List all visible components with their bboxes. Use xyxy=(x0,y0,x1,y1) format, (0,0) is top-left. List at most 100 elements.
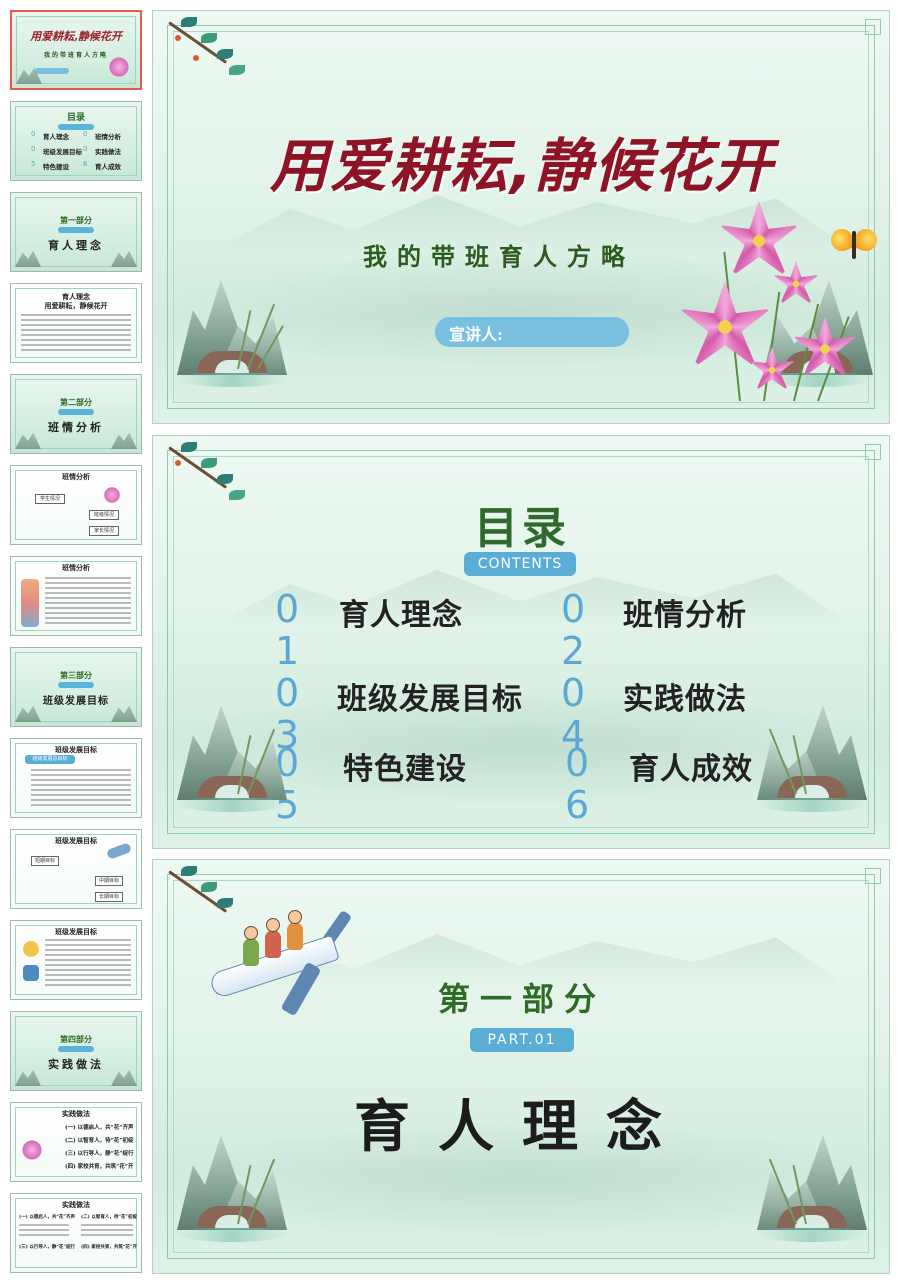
slide-thumbnail-4[interactable]: 育人理念 用爱耕耘，静候花开 xyxy=(10,283,142,363)
thumb-title: 实践做法 xyxy=(62,1109,90,1118)
thumb-list-item: (二) 以智育人，待“花”初绽 xyxy=(81,1215,138,1220)
flower-icon xyxy=(21,1139,43,1161)
slide-thumbnail-1[interactable]: 用爱耕耘,静候花开 我的带班育人方略 xyxy=(10,10,142,90)
thumb-part: 第一部分 xyxy=(60,215,92,225)
thumb-title: 班级发展目标 xyxy=(55,927,97,936)
thumb-body-text xyxy=(31,769,131,809)
flower-icon xyxy=(108,56,130,78)
berry xyxy=(175,460,181,466)
petals xyxy=(773,261,819,305)
thumb-part-pill xyxy=(58,682,94,688)
thumb-part: 第三部分 xyxy=(60,670,92,680)
thumb-section-name: 班情分析 xyxy=(48,421,104,434)
slide-thumbnail-2[interactable]: 目录 0 育人理念 0 班情分析 0 班级发展目标 0 实践做法 5 特色建设 … xyxy=(10,101,142,181)
kid-head xyxy=(288,910,302,924)
thumb-diagram-box: 班级情况 xyxy=(89,510,119,520)
toc-item-label[interactable]: 实践做法 xyxy=(623,674,747,718)
slide-thumbnail-10[interactable]: 班级发展目标 短期目标 中期目标 长期目标 xyxy=(10,829,142,909)
toc-item-label[interactable]: 育人理念 xyxy=(339,590,463,634)
slide-thumbnail-6[interactable]: 班情分析 学生情况 班级情况 家长情况 xyxy=(10,465,142,545)
slide-3-section[interactable]: 第一部分 PART.01 育人理念 xyxy=(152,859,890,1274)
thumb-subtitle: 用爱耕耘，静候花开 xyxy=(44,301,108,310)
petals xyxy=(793,317,857,378)
toc-number: 0 1 xyxy=(275,587,300,673)
slide-thumbnail-3[interactable]: 第一部分 育人理念 xyxy=(10,192,142,272)
slide-thumbnail-13[interactable]: 实践做法 (一) 以德启人，共“花”齐声 (二) 以智育人，待“花”初绽 (三)… xyxy=(10,1102,142,1182)
branch-icon xyxy=(159,11,259,91)
toc-item-label[interactable]: 班情分析 xyxy=(623,590,747,634)
water xyxy=(177,1226,287,1242)
contents-title: 目录 xyxy=(474,503,570,554)
thumb-title: 班情分析 xyxy=(62,472,90,481)
presenter-field[interactable]: 宣讲人: xyxy=(435,317,629,347)
thumb-list-item: (一) 以德启人，共“花”齐声 xyxy=(19,1215,76,1220)
clock-icon xyxy=(23,941,39,957)
thumb-list-item: (四) 家校共育，共筑“花”开 xyxy=(81,1245,138,1250)
wing xyxy=(851,225,881,255)
flower-icon xyxy=(773,261,819,307)
thumb-toc-num: 6 xyxy=(83,160,88,168)
flower-icon xyxy=(103,486,121,504)
leaf xyxy=(201,458,217,468)
thumb-section-name: 实践做法 xyxy=(48,1058,104,1071)
toc-number: 0 2 xyxy=(561,587,586,673)
thumb-title: 用爱耕耘,静候花开 xyxy=(30,30,122,43)
toc-item-label[interactable]: 特色建设 xyxy=(343,744,467,788)
leaf xyxy=(181,442,197,452)
thumb-body-text xyxy=(19,1224,69,1239)
thumb-section-name: 班级发展目标 xyxy=(43,696,109,707)
thumb-toc-item: 特色建设 xyxy=(43,163,69,171)
frame-corner xyxy=(865,19,881,35)
thumb-list-item: (二) 以智育人，待“花”初绽 xyxy=(65,1138,134,1144)
slide-thumbnail-5[interactable]: 第二部分 班情分析 xyxy=(10,374,142,454)
leaf xyxy=(201,882,217,892)
mountain-bridge-illustration xyxy=(177,700,287,820)
bridge xyxy=(777,776,847,798)
thumb-toc-num: 0 xyxy=(31,130,36,138)
thumb-list-item: (四) 家校共育，共筑“花”开 xyxy=(65,1164,134,1170)
thumb-badge: 班级发展总目标 xyxy=(25,755,75,764)
thumb-toc-num: 5 xyxy=(31,160,36,168)
leaf xyxy=(181,866,197,876)
thumb-toc-num: 0 xyxy=(83,145,88,153)
slide-thumbnail-8[interactable]: 第三部分 班级发展目标 xyxy=(10,647,142,727)
thumb-body-text xyxy=(45,939,131,989)
berry xyxy=(175,35,181,41)
bridge xyxy=(197,776,267,798)
section-part-label: PART.01 xyxy=(470,1028,574,1052)
mountain-bridge-illustration xyxy=(177,1130,287,1250)
thumb-list-item: (一) 以德启人，共“花”齐声 xyxy=(65,1125,134,1131)
toc-item-label[interactable]: 育人成效 xyxy=(629,744,753,788)
presentation-subtitle: 我的带班育人方略 xyxy=(363,242,635,271)
leaf xyxy=(217,474,233,484)
kid xyxy=(265,930,281,958)
slide-thumbnail-11[interactable]: 班级发展目标 xyxy=(10,920,142,1000)
thumb-part: 第二部分 xyxy=(60,397,92,407)
contents-label: CONTENTS xyxy=(464,552,576,576)
slide-2-contents[interactable]: 目录 CONTENTS 0 1 育人理念 0 2 班情分析 0 3 班级发展目标… xyxy=(152,435,890,849)
thumb-toc-item: 实践做法 xyxy=(95,148,121,156)
slide-thumbnail-7[interactable]: 班情分析 xyxy=(10,556,142,636)
presentation-title: 用爱耕耘,静候花开 xyxy=(269,132,775,200)
slide-thumbnail-9[interactable]: 班级发展目标 班级发展总目标 xyxy=(10,738,142,818)
thumb-title: 目录 xyxy=(66,113,85,123)
thumb-title: 班级发展目标 xyxy=(55,745,97,754)
slide-1-title[interactable]: 用爱耕耘,静候花开 我的带班育人方略 宣讲人: xyxy=(152,10,890,424)
thumb-part-pill xyxy=(58,1046,94,1052)
bridge xyxy=(197,351,267,373)
toc-item-label[interactable]: 班级发展目标 xyxy=(337,674,523,718)
thumb-part-pill xyxy=(58,227,94,233)
thumb-body-text xyxy=(21,314,131,354)
slide-thumbnail-12[interactable]: 第四部分 实践做法 xyxy=(10,1011,142,1091)
thumb-toc-item: 育人成效 xyxy=(95,163,121,171)
thumb-diagram-box: 短期目标 xyxy=(31,856,59,866)
mountain-bridge-illustration xyxy=(177,275,287,395)
water xyxy=(757,1226,867,1242)
toc-number: 0 6 xyxy=(565,741,590,827)
leaf xyxy=(217,49,233,59)
frame-corner xyxy=(865,868,881,884)
slide-thumbnail-14[interactable]: 实践做法 (一) 以德启人，共“花”齐声 (二) 以智育人，待“花”初绽 (三)… xyxy=(10,1193,142,1273)
leaf xyxy=(229,65,245,75)
thumb-contents-pill xyxy=(58,124,94,130)
bridge xyxy=(777,1206,847,1228)
